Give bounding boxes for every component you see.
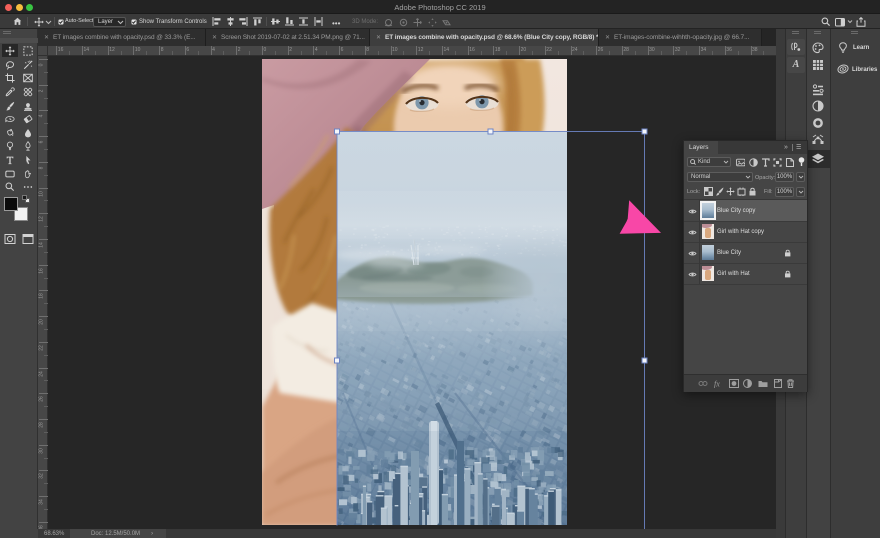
svg-text:fx: fx [714, 380, 720, 389]
